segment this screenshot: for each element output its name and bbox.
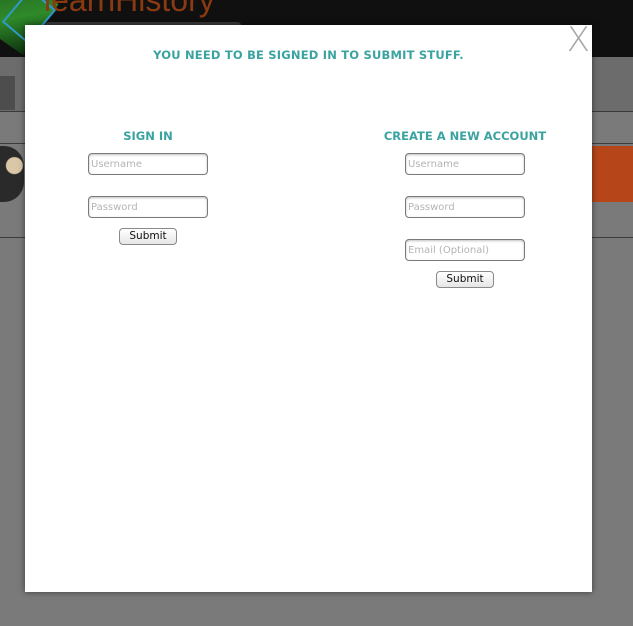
site-logo-text: learnHistory — [44, 0, 215, 18]
create-account-submit-button[interactable]: Submit — [436, 271, 494, 288]
create-account-email-input[interactable] — [405, 239, 525, 261]
signin-modal: X YOU NEED TO BE SIGNED IN TO SUBMIT STU… — [25, 21, 592, 592]
portrait-thumbnail — [0, 146, 24, 202]
create-account-title: CREATE A NEW ACCOUNT — [383, 129, 547, 143]
orange-banner — [592, 146, 633, 202]
create-account-password-input[interactable] — [405, 196, 525, 218]
sign-in-submit-button[interactable]: Submit — [119, 228, 177, 245]
signin-required-notice: YOU NEED TO BE SIGNED IN TO SUBMIT STUFF… — [153, 48, 464, 62]
site-nav-button — [0, 76, 15, 110]
create-account-username-input[interactable] — [405, 153, 525, 175]
sign-in-title: SIGN IN — [123, 129, 173, 143]
page: learnHistory X YOU NEED TO BE SIGNED IN … — [0, 0, 633, 626]
sign-in-password-input[interactable] — [88, 196, 208, 218]
create-account-form: CREATE A NEW ACCOUNT Submit — [365, 128, 565, 288]
sign-in-username-input[interactable] — [88, 153, 208, 175]
sign-in-form: SIGN IN Submit — [48, 128, 248, 245]
